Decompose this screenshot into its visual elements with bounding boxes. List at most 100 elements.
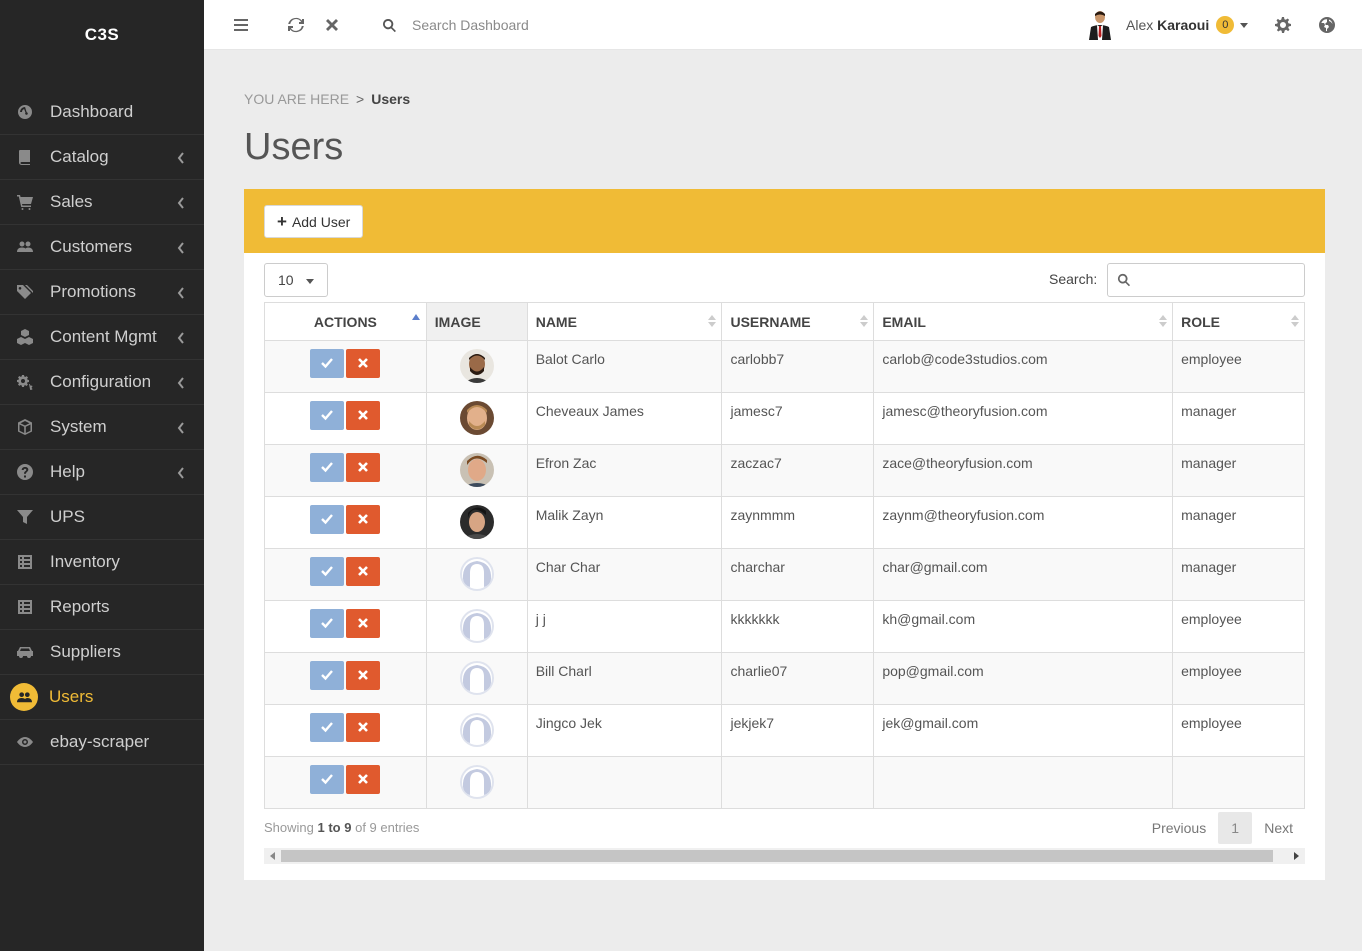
users-panel: + Add User 10 Search: ACTIONS IMAGE NAME … xyxy=(244,189,1325,880)
table-search-field[interactable] xyxy=(1107,263,1305,297)
check-icon xyxy=(321,618,334,629)
delete-button[interactable] xyxy=(346,401,381,430)
close-icon xyxy=(358,618,369,628)
sidebar-item-content-mgmt[interactable]: Content Mgmt xyxy=(0,315,204,360)
chevron-left-icon xyxy=(177,464,187,480)
menu-toggle-icon[interactable] xyxy=(231,15,251,35)
sidebar-item-ups[interactable]: UPS xyxy=(0,495,204,540)
column-header-email[interactable]: EMAIL xyxy=(873,302,1174,341)
sidebar-item-suppliers[interactable]: Suppliers xyxy=(0,630,204,675)
sidebar-item-reports[interactable]: Reports xyxy=(0,585,204,630)
sidebar-item-promotions[interactable]: Promotions xyxy=(0,270,204,315)
table-search-input[interactable] xyxy=(1137,272,1297,288)
approve-button[interactable] xyxy=(310,557,345,586)
check-icon xyxy=(321,410,334,421)
scroll-left-icon[interactable] xyxy=(270,852,275,860)
filter-icon xyxy=(15,507,35,527)
check-icon xyxy=(321,358,334,369)
close-icon[interactable] xyxy=(322,15,342,35)
username-cell xyxy=(721,756,875,809)
sidebar: C3S Dashboard Catalog Sales Customers Promot… xyxy=(0,0,204,951)
image-cell xyxy=(425,496,528,549)
image-cell xyxy=(425,756,528,809)
delete-button[interactable] xyxy=(346,661,381,690)
username-cell: jamesc7 xyxy=(721,392,875,445)
user-name: Alex Karaoui xyxy=(1126,17,1210,33)
notification-badge: 0 xyxy=(1216,16,1235,34)
brand-logo[interactable]: C3S xyxy=(0,0,204,70)
delete-button[interactable] xyxy=(346,713,381,742)
sidebar-item-help[interactable]: Help xyxy=(0,450,204,495)
refresh-icon[interactable] xyxy=(286,15,306,35)
sidebar-item-system[interactable]: System xyxy=(0,405,204,450)
approve-button[interactable] xyxy=(310,609,345,638)
add-user-button[interactable]: + Add User xyxy=(264,205,364,238)
approve-button[interactable] xyxy=(310,661,345,690)
search-icon xyxy=(383,18,396,32)
approve-button[interactable] xyxy=(310,713,345,742)
column-header-username[interactable]: USERNAME xyxy=(721,302,875,341)
topbar-search[interactable] xyxy=(382,0,712,50)
column-header-name[interactable]: NAME xyxy=(526,302,723,341)
delete-button[interactable] xyxy=(346,349,381,378)
sidebar-item-label: Users xyxy=(49,687,94,706)
approve-button[interactable] xyxy=(310,453,345,482)
sidebar-item-dashboard[interactable]: Dashboard xyxy=(0,90,204,135)
previous-page-button[interactable]: Previous xyxy=(1140,812,1218,844)
sidebar-item-catalog[interactable]: Catalog xyxy=(0,135,204,180)
table-row: Malik Zayn zaynmmm zaynm@theoryfusion.com m… xyxy=(264,496,1305,549)
horizontal-scrollbar[interactable] xyxy=(264,848,1305,864)
column-header-actions[interactable]: ACTIONS xyxy=(264,302,427,341)
sidebar-item-ebay-scraper[interactable]: ebay-scraper xyxy=(0,720,204,765)
column-header-role[interactable]: ROLE xyxy=(1172,302,1305,341)
gear-icon[interactable] xyxy=(1273,15,1293,35)
sidebar-item-inventory[interactable]: Inventory xyxy=(0,540,204,585)
sidebar-item-customers[interactable]: Customers xyxy=(0,225,204,270)
sidebar-item-sales[interactable]: Sales xyxy=(0,180,204,225)
username-cell: kkkkkkk xyxy=(721,600,875,653)
approve-button[interactable] xyxy=(310,349,345,378)
sidebar-item-configuration[interactable]: Configuration xyxy=(0,360,204,405)
approve-button[interactable] xyxy=(310,765,345,794)
tags-icon xyxy=(15,282,35,302)
table-row: Balot Carlo carlobb7 carlob@code3studios.c… xyxy=(264,340,1305,393)
table-row: Jingco Jek jekjek7 jek@gmail.com employee xyxy=(264,704,1305,757)
delete-button[interactable] xyxy=(346,505,381,534)
list-icon xyxy=(15,597,35,617)
email-cell: char@gmail.com xyxy=(873,548,1174,601)
approve-button[interactable] xyxy=(310,505,345,534)
breadcrumb-current: Users xyxy=(371,91,411,107)
actions-cell xyxy=(264,496,427,549)
approve-button[interactable] xyxy=(310,401,345,430)
user-menu[interactable]: Alex Karaoui 0 xyxy=(1088,10,1249,40)
delete-button[interactable] xyxy=(346,609,381,638)
username-cell: carlobb7 xyxy=(721,340,875,393)
search-input[interactable] xyxy=(412,17,712,33)
search-icon xyxy=(1117,273,1131,287)
delete-button[interactable] xyxy=(346,453,381,482)
table-search-label: Search: xyxy=(1049,271,1098,287)
plus-icon: + xyxy=(277,212,287,231)
delete-button[interactable] xyxy=(346,765,381,794)
sidebar-item-label: Reports xyxy=(50,597,110,616)
email-cell: kh@gmail.com xyxy=(873,600,1174,653)
delete-button[interactable] xyxy=(346,557,381,586)
email-cell: zaynm@theoryfusion.com xyxy=(873,496,1174,549)
book-icon xyxy=(15,147,35,167)
sidebar-item-label: Customers xyxy=(50,237,133,256)
scroll-right-icon[interactable] xyxy=(1294,852,1299,860)
user-avatar xyxy=(459,349,494,383)
eye-icon xyxy=(15,732,35,752)
page-length-select[interactable]: 10 xyxy=(264,263,328,297)
scrollbar-thumb[interactable] xyxy=(281,850,1273,862)
globe-icon[interactable] xyxy=(1317,15,1337,35)
page-1-button[interactable]: 1 xyxy=(1218,812,1253,844)
email-cell: zace@theoryfusion.com xyxy=(873,444,1174,497)
question-icon xyxy=(15,462,35,482)
username-cell: charlie07 xyxy=(721,652,875,705)
chevron-down-icon xyxy=(1240,22,1249,28)
actions-cell xyxy=(264,392,427,445)
sidebar-item-users[interactable]: Users xyxy=(0,675,204,720)
sidebar-nav: Dashboard Catalog Sales Customers Promotions… xyxy=(0,90,204,765)
next-page-button[interactable]: Next xyxy=(1252,812,1305,844)
